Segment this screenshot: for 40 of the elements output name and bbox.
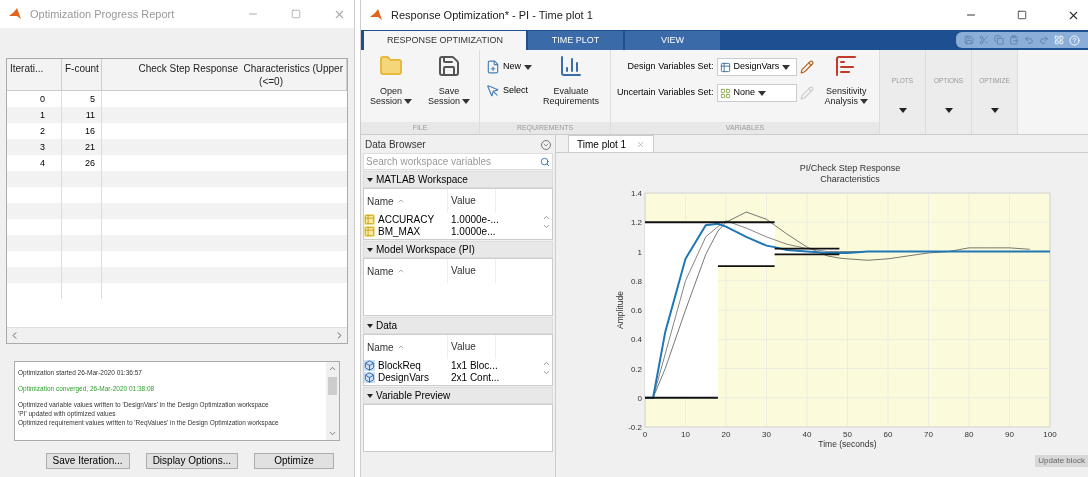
x-tick-label: 50 xyxy=(843,430,852,439)
header-text: Iterati... xyxy=(10,62,45,75)
variable-value: 1.0000e-... xyxy=(450,212,500,227)
panel-title: Data Browser xyxy=(365,138,426,152)
window-title: Response Optimization* - PI - Time plot 1 xyxy=(391,7,594,23)
x-tick-label: 70 xyxy=(924,430,933,439)
variable-value: 2x1 Cont... xyxy=(450,370,501,385)
y-tick-label: 0.4 xyxy=(630,335,642,345)
x-tick-label: 30 xyxy=(762,430,771,439)
x-tick-label: 80 xyxy=(964,430,974,439)
y-tick-label: -0.2 xyxy=(628,423,642,432)
y-tick-label: 1.4 xyxy=(630,189,642,198)
section-title: Data xyxy=(376,319,398,333)
y-tick-label: 0.6 xyxy=(630,306,642,315)
window-title: Optimization Progress Report xyxy=(30,6,176,22)
x-tick-label: 10 xyxy=(681,430,690,439)
y-tick-label: 0.8 xyxy=(630,276,642,286)
variable-value: 1.0000e... xyxy=(450,224,497,239)
x-tick-label: 40 xyxy=(802,430,812,439)
y-tick-label: 0.2 xyxy=(630,364,642,374)
header-text: Check Step Response Characteristics (Upper xyxy=(138,62,343,75)
y-tick-label: 1 xyxy=(637,247,642,257)
section-title: MATLAB Workspace xyxy=(376,173,468,187)
chart-title: PI/Check Step Response Characteristics xyxy=(798,163,902,185)
field-label: Design Variables Set: xyxy=(627,60,714,74)
header-text: (<=0) xyxy=(259,75,283,88)
section-title: Model Workspace (PI) xyxy=(376,243,475,257)
field-label: Uncertain Variables Set: xyxy=(617,86,714,100)
x-tick-label: 0 xyxy=(642,430,648,439)
x-tick-label: 90 xyxy=(1005,430,1014,439)
header-text: F-count xyxy=(65,62,98,75)
x-axis-label: Time (seconds) xyxy=(818,439,877,449)
x-tick-label: 20 xyxy=(721,430,731,439)
section-title: Variable Preview xyxy=(376,389,451,403)
y-tick-label: 0 xyxy=(637,393,642,403)
y-tick-label: 1.2 xyxy=(630,218,642,228)
variable-value: 1x1 Bloc... xyxy=(450,358,499,373)
y-axis-label: Amplitude xyxy=(615,291,625,329)
x-tick-label: 100 xyxy=(1043,430,1057,439)
x-tick-label: 60 xyxy=(883,430,893,439)
